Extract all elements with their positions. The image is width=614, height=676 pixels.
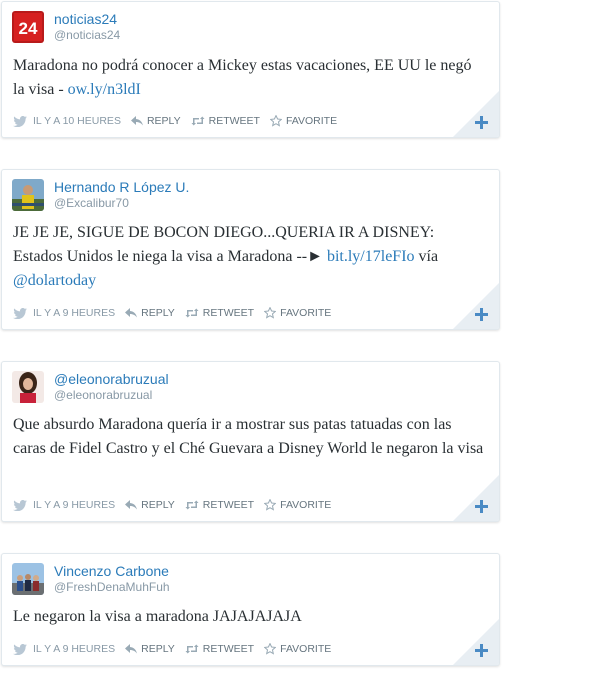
tweet-text-segment: vía bbox=[414, 248, 439, 265]
retweet-button[interactable]: RETWEET bbox=[191, 115, 260, 127]
tweet-text: Que absurdo Maradona quería ir a mostrar… bbox=[13, 413, 487, 461]
display-name[interactable]: noticias24 bbox=[54, 10, 120, 28]
reply-icon bbox=[125, 500, 138, 510]
retweet-label: RETWEET bbox=[202, 643, 255, 655]
tweet-card: 24 noticias24 @noticias24 Maradona no po… bbox=[1, 1, 500, 138]
favorite-label: FAVORITE bbox=[280, 499, 332, 511]
expand-corner bbox=[453, 475, 499, 521]
favorite-label: FAVORITE bbox=[280, 307, 332, 319]
user-handle[interactable]: @noticias24 bbox=[54, 28, 120, 43]
reply-label: REPLY bbox=[141, 643, 175, 655]
expand-corner bbox=[453, 283, 499, 329]
tweet-timestamp[interactable]: IL Y A 10 HEURES bbox=[33, 115, 121, 127]
tweet-text: Maradona no podrá conocer a Mickey estas… bbox=[13, 54, 487, 102]
tweet-actions: IL Y A 9 HEURES REPLY RETWEET FAVORITE bbox=[13, 306, 341, 320]
favorite-button[interactable]: FAVORITE bbox=[264, 499, 331, 511]
favorite-label: FAVORITE bbox=[285, 115, 338, 127]
reply-label: REPLY bbox=[146, 115, 181, 127]
tweet-text-segment: Le negaron la visa a maradona JAJAJAJAJA bbox=[13, 608, 302, 625]
display-name[interactable]: @eleonorabruzual bbox=[54, 370, 169, 388]
favorite-label: FAVORITE bbox=[280, 643, 332, 655]
tweet-actions: IL Y A 9 HEURES REPLY RETWEET FAVORITE bbox=[13, 498, 341, 512]
tweet-link[interactable]: ow.ly/n3ldI bbox=[68, 81, 141, 98]
tweet-text: JE JE JE, SIGUE DE BOCON DIEGO...QUERIA … bbox=[13, 221, 487, 293]
tweet-card: Hernando R López U. @Excalibur70 JE JE J… bbox=[1, 169, 500, 330]
tweet-timestamp[interactable]: IL Y A 9 HEURES bbox=[33, 643, 115, 655]
reply-icon bbox=[130, 116, 143, 126]
retweet-icon bbox=[191, 116, 205, 126]
user-handle[interactable]: @eleonorabruzual bbox=[54, 388, 169, 403]
plus-icon[interactable] bbox=[475, 116, 488, 129]
reply-button[interactable]: REPLY bbox=[130, 115, 181, 127]
retweet-button[interactable]: RETWEET bbox=[185, 307, 254, 319]
noticias24-logo-avatar[interactable]: 24 bbox=[12, 11, 44, 43]
tweet-card: Vincenzo Carbone @FreshDenaMuhFuh Le neg… bbox=[1, 553, 500, 666]
reply-label: REPLY bbox=[141, 307, 175, 319]
star-icon bbox=[264, 643, 277, 655]
retweet-label: RETWEET bbox=[202, 499, 255, 511]
reply-icon bbox=[125, 644, 138, 654]
author-names: Hernando R López U. @Excalibur70 bbox=[54, 178, 189, 211]
reply-button[interactable]: REPLY bbox=[125, 499, 175, 511]
favorite-button[interactable]: FAVORITE bbox=[264, 307, 331, 319]
tweet-link[interactable]: bit.ly/17leFIo bbox=[327, 248, 415, 265]
twitter-bird-icon: IL Y A 9 HEURES bbox=[13, 499, 115, 511]
author-names: @eleonorabruzual @eleonorabruzual bbox=[54, 370, 169, 403]
reply-label: REPLY bbox=[141, 499, 175, 511]
star-icon bbox=[264, 307, 277, 319]
tweet-text: Le negaron la visa a maradona JAJAJAJAJA bbox=[13, 605, 487, 629]
star-icon bbox=[269, 115, 282, 127]
plus-icon[interactable] bbox=[475, 644, 488, 657]
retweet-label: RETWEET bbox=[202, 307, 255, 319]
expand-corner bbox=[453, 91, 499, 137]
reply-button[interactable]: REPLY bbox=[125, 307, 175, 319]
mention-link[interactable]: @dolartoday bbox=[13, 272, 96, 289]
plus-icon[interactable] bbox=[475, 308, 488, 321]
twitter-bird-icon: IL Y A 9 HEURES bbox=[13, 307, 115, 319]
favorite-button[interactable]: FAVORITE bbox=[269, 115, 338, 127]
retweet-icon bbox=[185, 644, 199, 654]
author-names: noticias24 @noticias24 bbox=[54, 10, 120, 43]
retweet-button[interactable]: RETWEET bbox=[185, 499, 254, 511]
user-handle[interactable]: @Excalibur70 bbox=[54, 196, 189, 211]
expand-corner bbox=[453, 619, 499, 665]
tweet-text-segment: Que absurdo Maradona quería ir a mostrar… bbox=[13, 416, 484, 457]
retweet-icon bbox=[185, 500, 199, 510]
tweet-timestamp[interactable]: IL Y A 9 HEURES bbox=[33, 307, 115, 319]
reply-button[interactable]: REPLY bbox=[125, 643, 175, 655]
retweet-label: RETWEET bbox=[208, 115, 260, 127]
svg-text:24: 24 bbox=[19, 19, 38, 38]
group-photo-avatar[interactable] bbox=[12, 563, 44, 595]
tweet-timestamp[interactable]: IL Y A 9 HEURES bbox=[33, 499, 115, 511]
woman-photo-avatar[interactable] bbox=[12, 371, 44, 403]
twitter-bird-icon: IL Y A 9 HEURES bbox=[13, 643, 115, 655]
tweet-card: @eleonorabruzual @eleonorabruzual Que ab… bbox=[1, 361, 500, 522]
person-photo-avatar[interactable] bbox=[12, 179, 44, 211]
tweet-actions: IL Y A 9 HEURES REPLY RETWEET FAVORITE bbox=[13, 642, 341, 656]
display-name[interactable]: Hernando R López U. bbox=[54, 178, 189, 196]
author-names: Vincenzo Carbone @FreshDenaMuhFuh bbox=[54, 562, 170, 595]
display-name[interactable]: Vincenzo Carbone bbox=[54, 562, 170, 580]
reply-icon bbox=[125, 308, 138, 318]
twitter-bird-icon: IL Y A 10 HEURES bbox=[13, 115, 121, 127]
favorite-button[interactable]: FAVORITE bbox=[264, 643, 331, 655]
retweet-icon bbox=[185, 308, 199, 318]
tweet-actions: IL Y A 10 HEURES REPLY RETWEET FAVORITE bbox=[13, 114, 347, 128]
star-icon bbox=[264, 499, 277, 511]
retweet-button[interactable]: RETWEET bbox=[185, 643, 254, 655]
plus-icon[interactable] bbox=[475, 500, 488, 513]
user-handle[interactable]: @FreshDenaMuhFuh bbox=[54, 580, 170, 595]
